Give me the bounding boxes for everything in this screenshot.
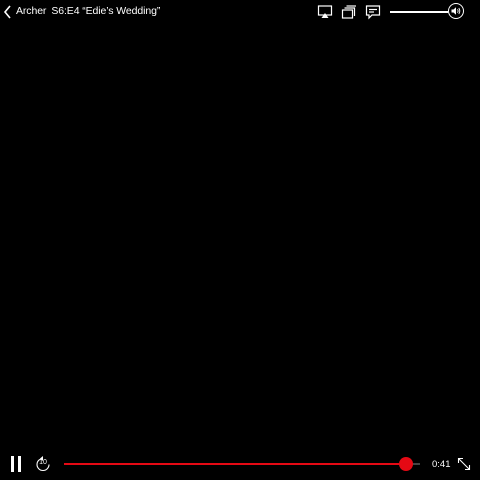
video-player[interactable]: Archer S6:E4 “Edie’s Wedding” 10 0:41 (0, 0, 480, 480)
rewind-seconds-label: 10 (39, 459, 47, 466)
volume-icon (451, 7, 461, 15)
volume-level (390, 11, 448, 13)
subtitles-icon (365, 5, 381, 20)
rewind-10-button[interactable]: 10 (35, 455, 51, 473)
subtitles-button[interactable] (365, 4, 381, 20)
pause-icon-bar (18, 456, 21, 472)
airplay-icon (317, 5, 333, 18)
fullscreen-icon (457, 457, 471, 471)
airplay-button[interactable] (317, 4, 333, 20)
show-title: Archer (16, 5, 47, 17)
episodes-icon (341, 5, 356, 19)
pause-button[interactable] (9, 456, 23, 472)
fullscreen-button[interactable] (457, 457, 471, 471)
progress-scrubber[interactable] (398, 457, 413, 471)
episodes-button[interactable] (341, 4, 357, 20)
top-controls-bar: Archer S6:E4 “Edie’s Wedding” (0, 0, 480, 24)
episode-title: Archer S6:E4 “Edie’s Wedding” (16, 5, 160, 17)
bottom-controls-bar: 10 0:41 (0, 448, 480, 480)
volume-button[interactable] (448, 3, 464, 19)
progress-played (64, 463, 406, 465)
time-remaining: 0:41 (432, 459, 451, 470)
pause-icon (11, 456, 14, 472)
chevron-left-icon (3, 5, 11, 19)
progress-bar[interactable] (64, 457, 420, 471)
episode-name: S6:E4 “Edie’s Wedding” (51, 5, 161, 17)
back-button[interactable] (2, 4, 14, 20)
